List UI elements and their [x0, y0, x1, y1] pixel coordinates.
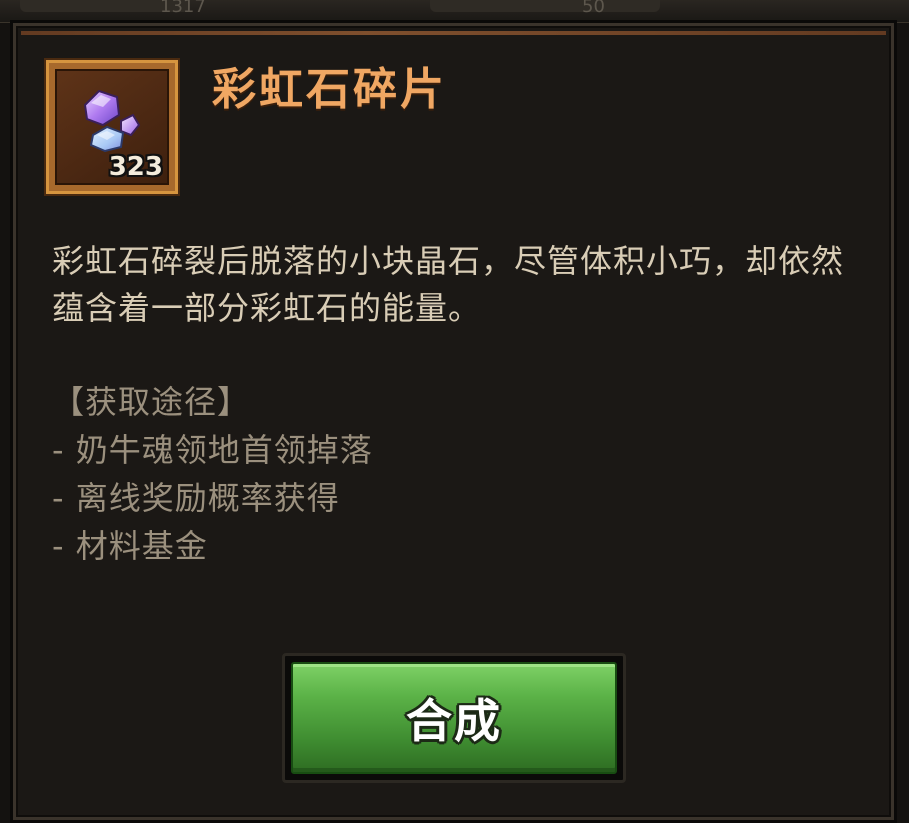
acquisition-sources: 【获取途径】 - 奶牛魂领地首领掉落 - 离线奖励概率获得 - 材料基金	[52, 378, 852, 570]
item-icon-slot[interactable]: 323	[46, 60, 178, 194]
item-description: 彩虹石碎裂后脱落的小块晶石，尽管体积小巧，却依然蕴含着一部分彩虹石的能量。	[52, 242, 845, 327]
source-item: - 离线奖励概率获得	[52, 479, 340, 517]
source-item: - 奶牛魂领地首领掉落	[52, 431, 373, 469]
item-count-badge: 323	[108, 152, 163, 182]
synthesize-button[interactable]: 合成	[282, 653, 626, 783]
source-item: - 材料基金	[52, 527, 208, 565]
item-title: 彩虹石碎片	[212, 64, 447, 115]
top-bar-fragment-right: 50	[582, 0, 605, 17]
top-bar-pill	[430, 0, 660, 12]
top-bar-fragment-left: 1317	[160, 0, 206, 17]
panel-top-trim	[21, 31, 886, 35]
synthesize-button-face[interactable]: 合成	[291, 662, 617, 774]
sources-heading: 【获取途径】	[52, 383, 251, 421]
synthesize-button-label: 合成	[406, 694, 502, 748]
item-icon-background: 323	[55, 69, 169, 185]
